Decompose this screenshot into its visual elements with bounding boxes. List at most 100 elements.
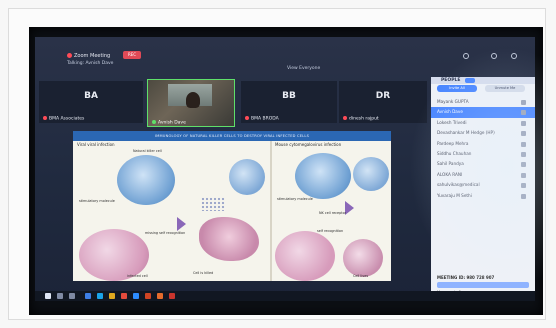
participant-row[interactable]: ALOKA RANI (431, 170, 535, 180)
participant-count-badge (465, 78, 475, 83)
panel-title: PEOPLE (441, 78, 461, 83)
zoom-brand-label: Zoom Meeting (74, 53, 111, 59)
participant-row[interactable]: Sahil Pandya (431, 159, 535, 169)
mic-icon[interactable] (521, 183, 526, 189)
search-icon[interactable] (57, 293, 63, 299)
label-missing-self: missing self recognition (145, 231, 186, 235)
mic-icon[interactable] (521, 131, 526, 137)
tile-name: BMA BRODA (245, 115, 279, 121)
shared-slide: IMMUNOLOGY OF NATURAL KILLER CELLS TO DE… (73, 131, 391, 281)
view-mode-selector[interactable]: View Everyone (287, 66, 320, 71)
unmute-me-button[interactable]: Unmute Me (485, 85, 525, 92)
windows-start-icon[interactable] (45, 293, 51, 299)
nk-cell-right (295, 153, 351, 199)
label-natural-killer-cell: Natural killer cell (133, 149, 162, 153)
meeting-id: MEETING ID: 980 728 907 (437, 275, 495, 280)
tile-name-text: Avnish Dave (158, 120, 186, 125)
participant-row[interactable]: Siddhu Chauhan (431, 149, 535, 159)
participant-tile-ba[interactable]: BA BMA Associates (39, 81, 143, 123)
participant-name: Pardeep Mehra (437, 140, 469, 146)
speaking-icon (152, 119, 156, 124)
slide-right-heading: Mouse cytomegalovirus infection (275, 142, 342, 147)
zoom-brand[interactable]: Zoom Meeting (67, 53, 110, 59)
participant-row[interactable]: Avnish Dave (431, 107, 535, 118)
label-stimulatory-molecule: stimulatory molecule (277, 197, 313, 201)
zoom-screen: Zoom Meeting REC Talking: Avnish Dave Vi… (35, 37, 535, 301)
label-cell-killed: Cell is killed (193, 271, 214, 275)
tile-initials: BB (282, 91, 296, 101)
nk-cell-small (229, 159, 265, 195)
active-speaker-video[interactable]: Avnish Dave (147, 79, 235, 127)
slide-left-heading: Viral viral infection (77, 142, 115, 147)
participants-panel: PEOPLE Invite All Unmute Me Mayank GUPTA… (431, 77, 535, 297)
participant-name: Mayank GUPTA (437, 99, 469, 104)
tile-name-text: dinesh rajput (349, 116, 379, 121)
participant-name: Lokesh Trivedi (437, 119, 467, 125)
chrome-icon[interactable] (121, 293, 127, 299)
zoom-top-bar: Zoom Meeting REC Talking: Avnish Dave Vi… (35, 37, 535, 71)
explorer-icon[interactable] (85, 293, 91, 299)
task-view-icon[interactable] (69, 293, 75, 299)
participant-row[interactable]: Devashankar M Hedge (HP) (431, 128, 535, 138)
infected-cell-right (275, 231, 335, 281)
windows-taskbar (35, 291, 535, 301)
participant-list: Mayank GUPTA Avnish Dave Lokesh Trivedi Dev… (431, 97, 535, 201)
edge-icon[interactable] (97, 293, 103, 299)
mic-icon[interactable] (521, 120, 526, 126)
folder-icon[interactable] (109, 293, 115, 299)
zoom-taskbar-icon[interactable] (133, 293, 139, 299)
label-nk-receptor: NK cell receptor (319, 211, 347, 215)
mic-icon[interactable] (521, 172, 526, 178)
participant-row[interactable]: Yuvaraju M Sethi (431, 191, 535, 201)
participant-row[interactable]: Pardeep Mehra (431, 139, 535, 149)
participant-tile-dr[interactable]: DR dinesh rajput (339, 81, 427, 123)
mic-icon[interactable] (521, 100, 526, 105)
tile-name-text: BMA Associates (49, 116, 85, 121)
panel-toggles: Invite All Unmute Me (431, 85, 535, 95)
zoom-logo-icon (67, 53, 72, 58)
living-cell (343, 239, 383, 277)
participant-tile-bb[interactable]: BB BMA BRODA (241, 81, 337, 123)
participant-name: Devashankar M Hedge (HP) (437, 130, 495, 136)
label-cell-lives: Cell lives (353, 274, 369, 278)
label-infected-cell: infected cell (127, 274, 148, 278)
talking-indicator: Talking: Avnish Dave (67, 61, 114, 66)
tile-name-text: BMA BRODA (251, 116, 279, 121)
mic-icon[interactable] (521, 162, 526, 168)
chat-icon[interactable] (491, 53, 497, 59)
tile-name: Avnish Dave (152, 119, 186, 125)
label-self-recognition: self recognition (317, 229, 344, 233)
participant-name: Sahil Pandya (437, 161, 464, 167)
mic-icon[interactable] (521, 151, 526, 157)
nk-cell-small-right (353, 157, 389, 191)
mic-icon[interactable] (521, 110, 526, 116)
app-icon[interactable] (157, 293, 163, 299)
arrow-right (345, 201, 354, 215)
participants-icon[interactable] (463, 53, 469, 59)
participant-name: ALOKA RANI (437, 171, 463, 177)
mic-icon[interactable] (521, 193, 526, 199)
settings-icon[interactable] (511, 53, 517, 59)
participant-name: Avnish Dave (437, 109, 463, 115)
killed-cell (199, 217, 259, 261)
arrow-right (177, 217, 186, 231)
mic-muted-icon (343, 115, 347, 120)
invite-all-button[interactable]: Invite All (437, 85, 477, 92)
tile-initials: DR (375, 91, 391, 101)
top-right-controls (463, 51, 533, 61)
participant-row[interactable]: Lokesh Trivedi (431, 118, 535, 128)
nk-cell-left (117, 155, 175, 205)
participant-row[interactable]: sahulvikas@medical (431, 180, 535, 190)
app-icon[interactable] (169, 293, 175, 299)
powerpoint-icon[interactable] (145, 293, 151, 299)
tile-name: BMA Associates (43, 115, 85, 121)
mic-icon[interactable] (521, 141, 526, 147)
label-stimulatory-molecule: stimulatory molecule (79, 199, 115, 203)
panel-action-button[interactable] (437, 282, 529, 288)
tile-initials: BA (84, 91, 98, 101)
tile-name: dinesh rajput (343, 115, 379, 121)
participant-name: Siddhu Chauhan (437, 150, 472, 156)
participant-row[interactable]: Mayank GUPTA (431, 97, 535, 107)
recording-badge: REC (123, 51, 141, 59)
speaker-figure (186, 92, 200, 108)
